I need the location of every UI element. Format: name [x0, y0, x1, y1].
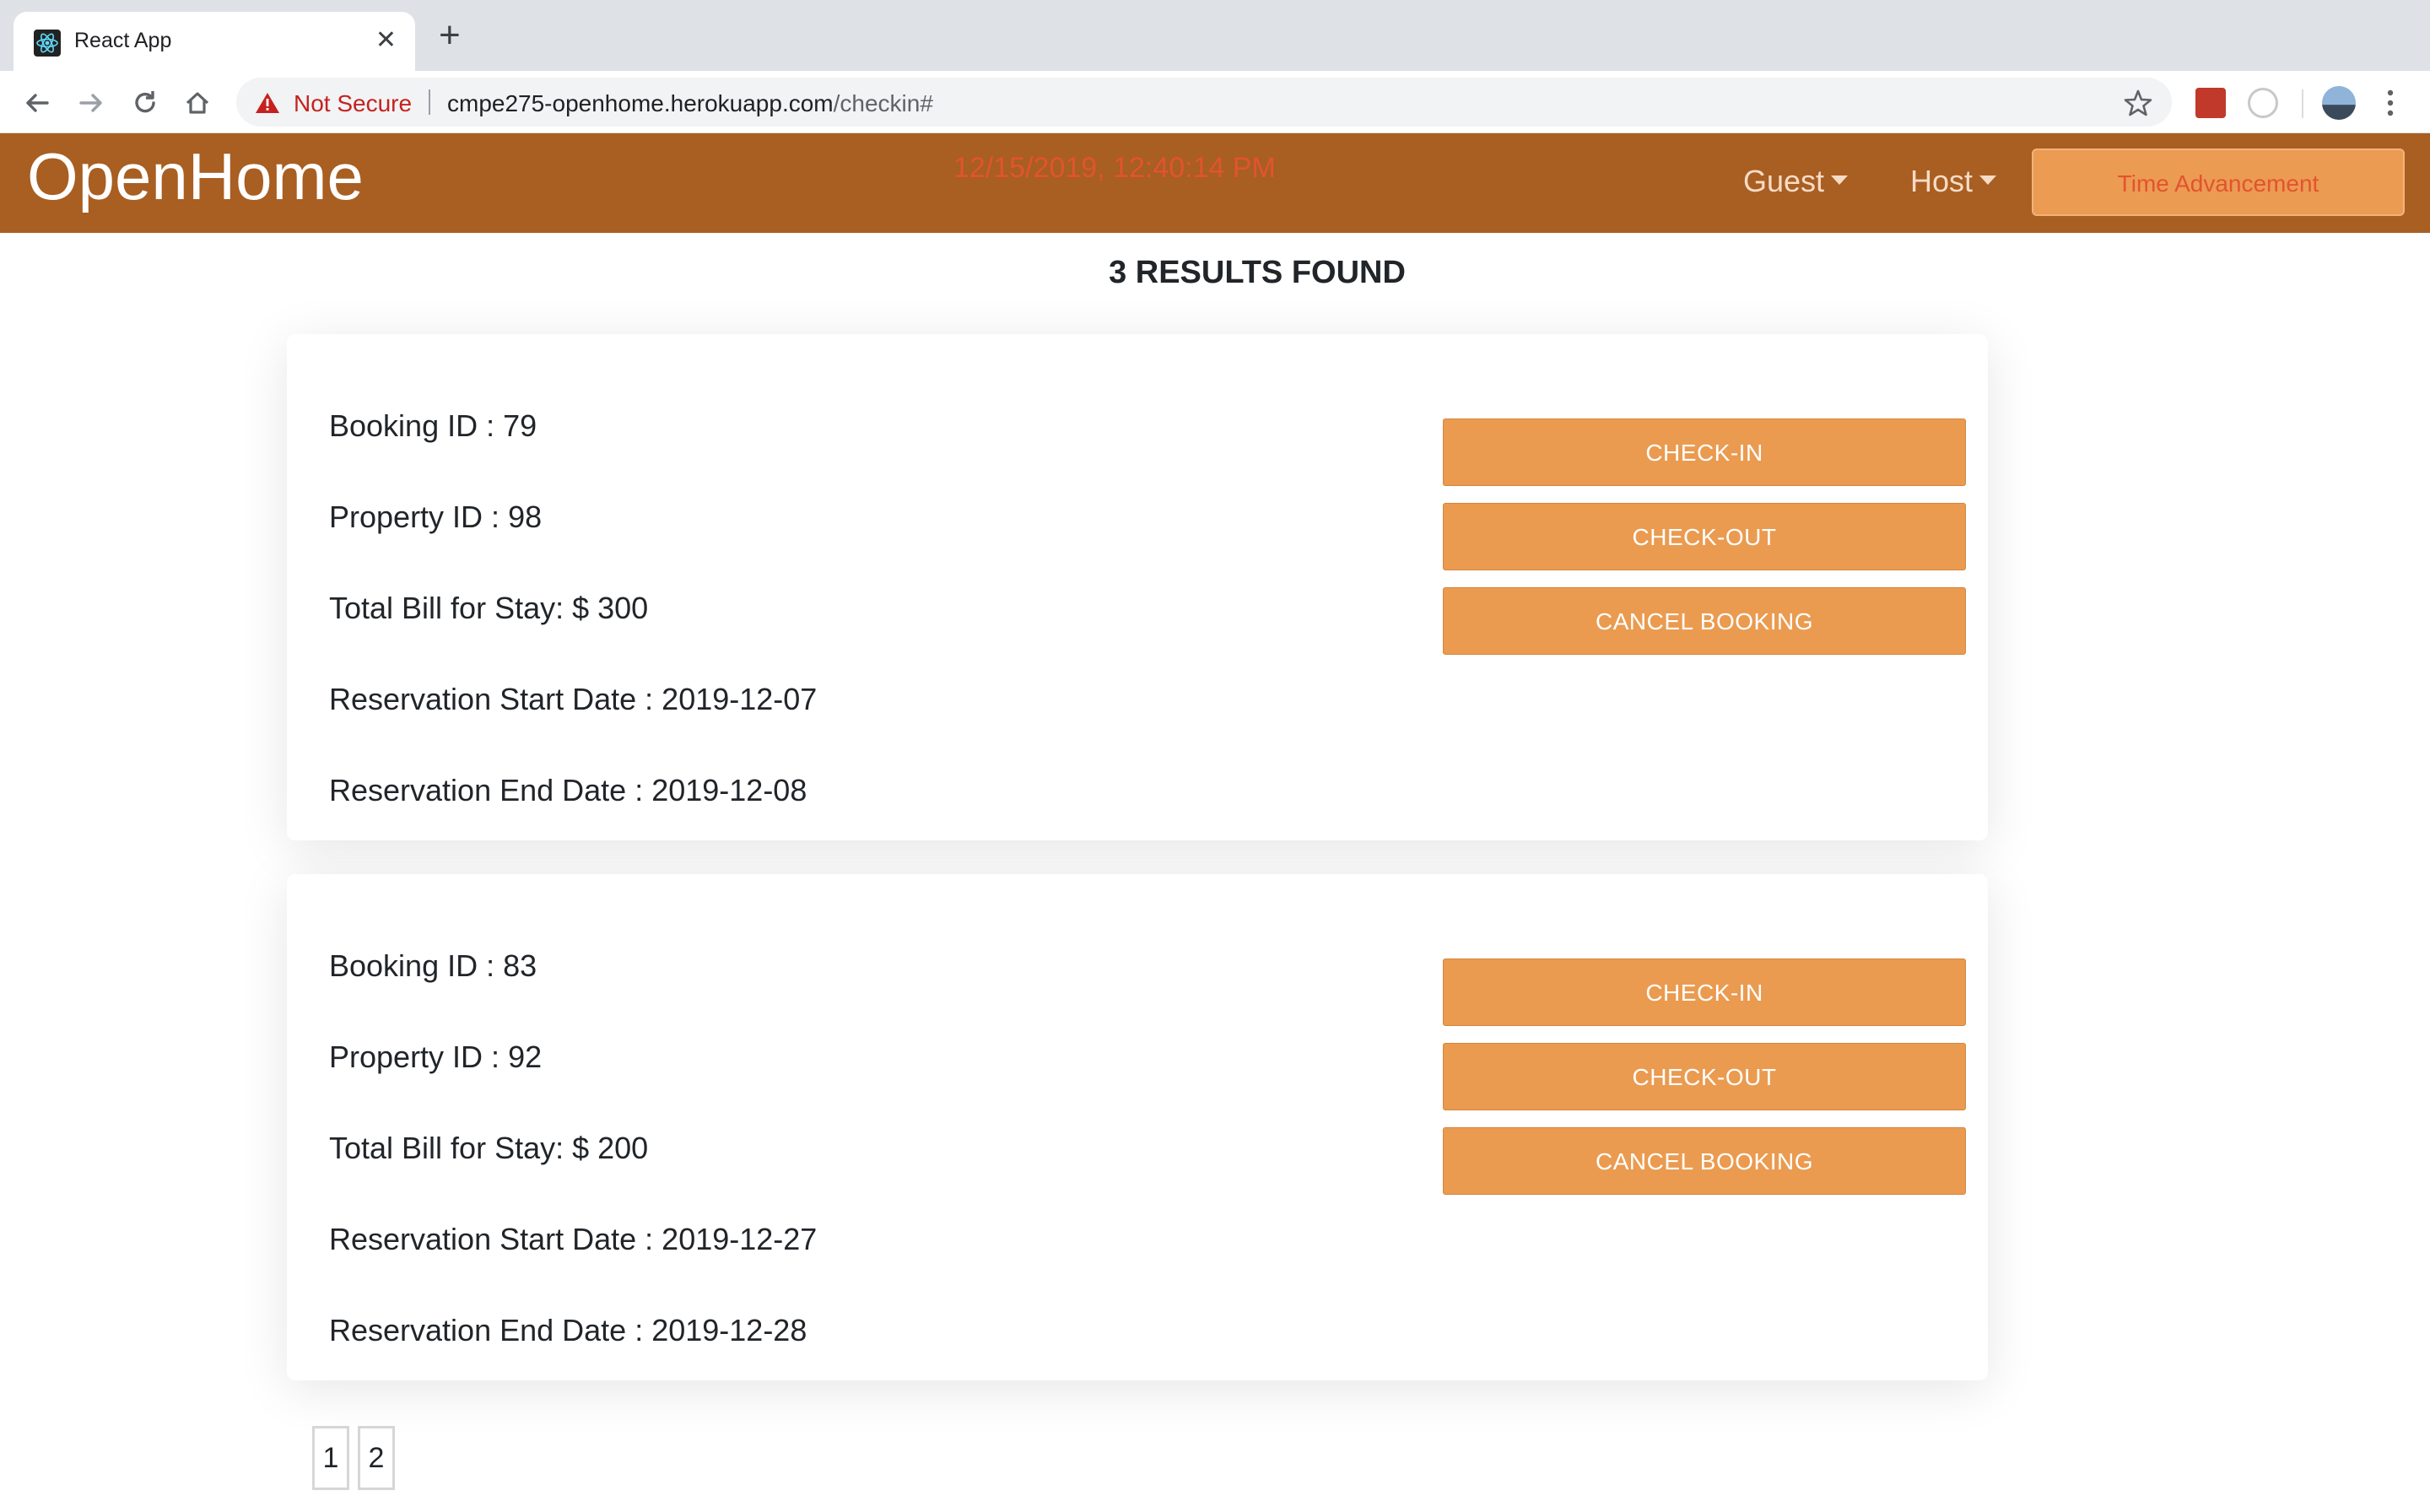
star-icon[interactable]: [2123, 88, 2153, 118]
menu-icon[interactable]: [2384, 84, 2396, 122]
check-out-button[interactable]: CHECK-OUT: [1443, 503, 1966, 570]
booking-card: Booking ID : 83 Property ID : 92 Total B…: [287, 874, 1988, 1380]
reservation-end-date: Reservation End Date : 2019-12-08: [329, 773, 807, 807]
extension-icon[interactable]: [2248, 88, 2278, 118]
check-in-button[interactable]: CHECK-IN: [1443, 418, 1966, 486]
guest-dropdown[interactable]: Guest: [1743, 164, 1849, 199]
brand-logo[interactable]: OpenHome: [27, 138, 364, 215]
url-host: cmpe275-openhome.herokuapp.com: [447, 90, 834, 116]
results-heading: 3 RESULTS FOUND: [1109, 255, 1406, 290]
url-text[interactable]: cmpe275-openhome.herokuapp.com/checkin#: [447, 90, 933, 117]
booking-id: Booking ID : 83: [329, 948, 537, 983]
caret-down-icon: [1979, 175, 1997, 185]
reservation-start-date: Reservation Start Date : 2019-12-27: [329, 1222, 818, 1256]
booking-id: Booking ID : 79: [329, 408, 537, 443]
url-path: /checkin#: [833, 90, 933, 116]
app-navbar: OpenHome 12/15/2019, 12:40:14 PM Guest H…: [0, 133, 2430, 233]
home-icon[interactable]: [181, 86, 214, 120]
browser-tab-bar: React App ✕ +: [0, 0, 2430, 71]
forward-icon[interactable]: [74, 86, 108, 120]
security-label[interactable]: Not Secure: [294, 90, 412, 117]
time-advancement-button[interactable]: Time Advancement: [2032, 148, 2405, 216]
caret-down-icon: [1831, 175, 1849, 185]
current-datetime: 12/15/2019, 12:40:14 PM: [953, 152, 1276, 184]
warning-icon: [256, 93, 279, 113]
total-bill: Total Bill for Stay: $ 200: [329, 1131, 649, 1165]
property-id: Property ID : 92: [329, 1040, 543, 1074]
reload-icon[interactable]: [128, 86, 162, 120]
host-dropdown-label: Host: [1910, 164, 1974, 198]
new-tab-icon[interactable]: +: [439, 17, 461, 54]
address-bar[interactable]: Not Secure cmpe275-openhome.herokuapp.co…: [236, 78, 2172, 127]
check-in-button[interactable]: CHECK-IN: [1443, 958, 1966, 1026]
close-tab-icon[interactable]: ✕: [375, 26, 397, 55]
profile-avatar[interactable]: [2322, 86, 2356, 120]
check-out-button[interactable]: CHECK-OUT: [1443, 1043, 1966, 1110]
results-heading-row: 3 RESULTS FOUND: [42, 255, 2430, 291]
cancel-booking-button[interactable]: CANCEL BOOKING: [1443, 1127, 1966, 1195]
property-id: Property ID : 98: [329, 500, 543, 534]
cancel-booking-button[interactable]: CANCEL BOOKING: [1443, 587, 1966, 655]
page-link-1[interactable]: 1: [312, 1426, 349, 1490]
guest-dropdown-label: Guest: [1743, 164, 1825, 198]
react-favicon-icon: [34, 30, 61, 57]
booking-card: Booking ID : 79 Property ID : 98 Total B…: [287, 334, 1988, 840]
extension-icon[interactable]: [2195, 88, 2226, 118]
browser-tab[interactable]: React App ✕: [14, 12, 415, 71]
back-icon[interactable]: [20, 86, 54, 120]
browser-toolbar: Not Secure cmpe275-openhome.herokuapp.co…: [0, 71, 2430, 133]
host-dropdown[interactable]: Host: [1910, 164, 1997, 199]
total-bill: Total Bill for Stay: $ 300: [329, 591, 649, 625]
tab-title: React App: [74, 29, 172, 52]
reservation-end-date: Reservation End Date : 2019-12-28: [329, 1313, 807, 1347]
omnibox-divider: [429, 89, 430, 115]
reservation-start-date: Reservation Start Date : 2019-12-07: [329, 682, 818, 716]
toolbar-divider: [2302, 89, 2303, 118]
page-link-2[interactable]: 2: [358, 1426, 395, 1490]
